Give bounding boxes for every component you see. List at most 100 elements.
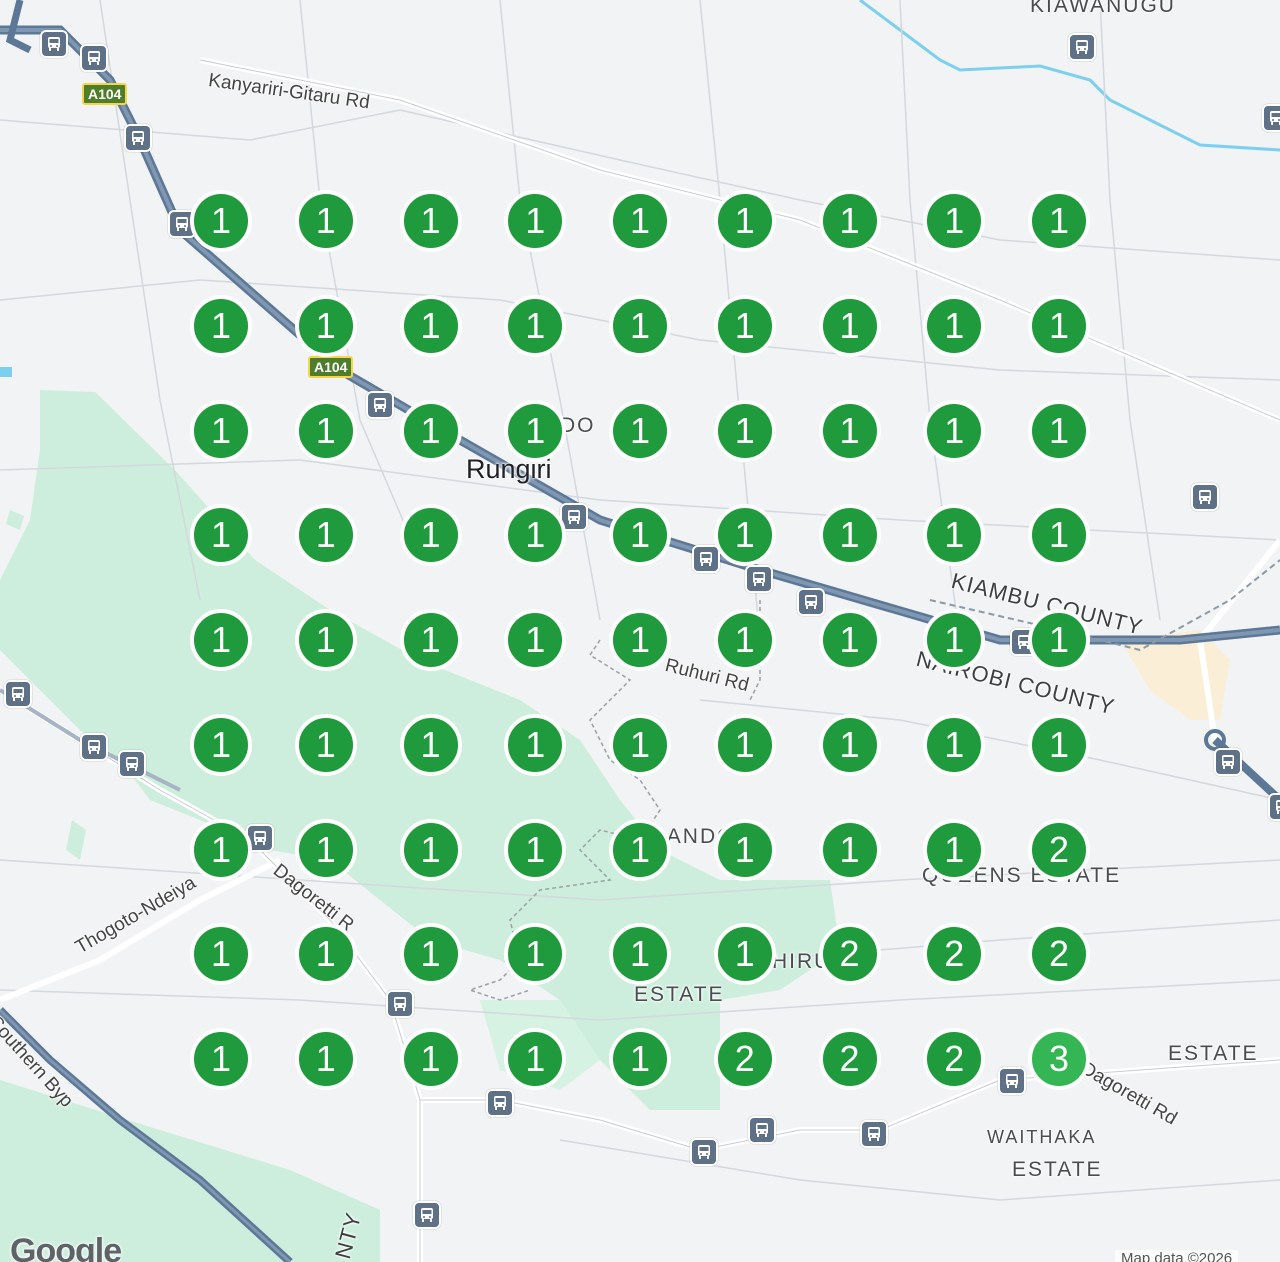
cluster-marker[interactable]: 1 [399, 1028, 462, 1090]
cluster-marker[interactable]: 1 [294, 1028, 357, 1090]
cluster-marker[interactable]: 1 [609, 609, 671, 671]
cluster-marker[interactable]: 1 [818, 504, 881, 567]
bus-stop-icon[interactable] [366, 391, 394, 419]
cluster-marker[interactable]: 1 [818, 294, 881, 357]
cluster-marker[interactable]: 1 [190, 1028, 252, 1090]
cluster-marker[interactable]: 1 [399, 923, 462, 986]
cluster-marker[interactable]: 1 [609, 504, 671, 567]
cluster-marker[interactable]: 1 [1028, 399, 1090, 462]
cluster-marker[interactable]: 1 [818, 190, 881, 252]
map-view[interactable]: KIAWANUGU Kanyariri-Gitaru Rd Rungiri DO… [0, 0, 1280, 1262]
cluster-marker[interactable]: 1 [294, 399, 357, 462]
cluster-marker[interactable]: 1 [399, 713, 462, 776]
cluster-marker[interactable]: 1 [923, 190, 986, 252]
cluster-marker[interactable]: 1 [713, 399, 776, 462]
cluster-marker[interactable]: 1 [294, 609, 357, 671]
cluster-marker[interactable]: 1 [609, 399, 671, 462]
bus-stop-icon[interactable] [745, 565, 773, 593]
cluster-marker[interactable]: 1 [504, 294, 567, 357]
bus-stop-icon[interactable] [80, 44, 108, 72]
bus-stop-icon[interactable] [118, 750, 146, 778]
bus-stop-icon[interactable] [748, 1116, 776, 1144]
bus-stop-icon[interactable] [1191, 483, 1219, 511]
bus-stop-icon[interactable] [690, 1138, 718, 1166]
bus-stop-icon[interactable] [1214, 748, 1242, 776]
bus-stop-icon[interactable] [692, 545, 720, 573]
cluster-marker[interactable]: 1 [1028, 609, 1090, 671]
cluster-marker[interactable]: 1 [818, 609, 881, 671]
bus-stop-icon[interactable] [124, 124, 152, 152]
cluster-marker[interactable]: 1 [609, 818, 671, 881]
cluster-marker[interactable]: 1 [504, 818, 567, 881]
cluster-marker[interactable]: 1 [713, 713, 776, 776]
cluster-marker[interactable]: 1 [609, 190, 671, 252]
cluster-marker[interactable]: 1 [399, 818, 462, 881]
bus-stop-icon[interactable] [80, 733, 108, 761]
bus-stop-icon[interactable] [1262, 104, 1280, 132]
bus-stop-icon[interactable] [998, 1067, 1026, 1095]
cluster-marker[interactable]: 1 [399, 399, 462, 462]
cluster-marker[interactable]: 1 [399, 504, 462, 567]
bus-stop-icon[interactable] [386, 990, 414, 1018]
cluster-marker[interactable]: 1 [713, 923, 776, 986]
cluster-marker[interactable]: 1 [609, 1028, 671, 1090]
cluster-marker[interactable]: 1 [504, 713, 567, 776]
cluster-marker[interactable]: 1 [818, 818, 881, 881]
bus-stop-icon[interactable] [1268, 793, 1280, 821]
cluster-marker[interactable]: 1 [1028, 190, 1090, 252]
cluster-marker[interactable]: 1 [713, 504, 776, 567]
bus-stop-icon[interactable] [4, 680, 32, 708]
cluster-marker[interactable]: 1 [190, 399, 252, 462]
cluster-marker[interactable]: 1 [190, 818, 252, 881]
cluster-marker[interactable]: 2 [1028, 818, 1090, 881]
cluster-marker[interactable]: 1 [609, 294, 671, 357]
cluster-marker[interactable]: 1 [399, 609, 462, 671]
cluster-marker[interactable]: 1 [923, 818, 986, 881]
cluster-marker[interactable]: 2 [713, 1028, 776, 1090]
map-attribution[interactable]: Map data ©2026 [1115, 1250, 1239, 1262]
cluster-marker[interactable]: 1 [609, 713, 671, 776]
cluster-marker[interactable]: 1 [294, 713, 357, 776]
cluster-marker[interactable]: 1 [294, 294, 357, 357]
cluster-marker[interactable]: 1 [294, 818, 357, 881]
cluster-marker[interactable]: 1 [504, 609, 567, 671]
cluster-marker[interactable]: 1 [190, 609, 252, 671]
cluster-marker[interactable]: 1 [923, 713, 986, 776]
cluster-marker[interactable]: 1 [190, 923, 252, 986]
bus-stop-icon[interactable] [797, 588, 825, 616]
bus-stop-icon[interactable] [860, 1120, 888, 1148]
cluster-marker[interactable]: 1 [713, 818, 776, 881]
cluster-marker[interactable]: 1 [294, 504, 357, 567]
cluster-marker[interactable]: 1 [399, 190, 462, 252]
cluster-marker[interactable]: 1 [294, 190, 357, 252]
cluster-marker[interactable]: 1 [713, 190, 776, 252]
cluster-marker[interactable]: 1 [190, 713, 252, 776]
bus-stop-icon[interactable] [486, 1089, 514, 1117]
cluster-marker[interactable]: 1 [818, 399, 881, 462]
cluster-marker[interactable]: 1 [1028, 713, 1090, 776]
bus-stop-icon[interactable] [40, 30, 68, 58]
cluster-marker[interactable]: 1 [609, 923, 671, 986]
cluster-marker[interactable]: 1 [294, 923, 357, 986]
cluster-marker[interactable]: 3 [1028, 1028, 1090, 1090]
bus-stop-icon[interactable] [1068, 33, 1096, 61]
cluster-marker[interactable]: 1 [190, 294, 252, 357]
cluster-marker[interactable]: 2 [1028, 923, 1090, 986]
cluster-marker[interactable]: 2 [923, 1028, 986, 1090]
bus-stop-icon[interactable] [413, 1201, 441, 1229]
cluster-marker[interactable]: 1 [818, 713, 881, 776]
cluster-marker[interactable]: 1 [713, 609, 776, 671]
cluster-marker[interactable]: 1 [504, 399, 567, 462]
cluster-marker[interactable]: 1 [1028, 294, 1090, 357]
cluster-marker[interactable]: 1 [923, 294, 986, 357]
cluster-marker[interactable]: 1 [399, 294, 462, 357]
cluster-marker[interactable]: 2 [818, 923, 881, 986]
cluster-marker[interactable]: 1 [190, 504, 252, 567]
cluster-marker[interactable]: 1 [713, 294, 776, 357]
cluster-marker[interactable]: 1 [923, 399, 986, 462]
cluster-marker[interactable]: 1 [504, 190, 567, 252]
cluster-marker[interactable]: 1 [1028, 504, 1090, 567]
cluster-marker[interactable]: 2 [818, 1028, 881, 1090]
cluster-marker[interactable]: 1 [923, 609, 986, 671]
cluster-marker[interactable]: 1 [504, 1028, 567, 1090]
